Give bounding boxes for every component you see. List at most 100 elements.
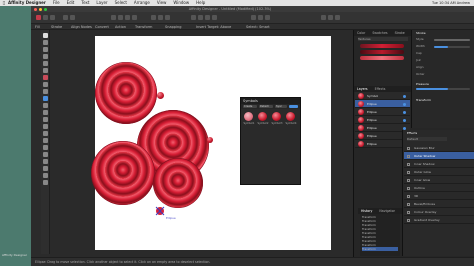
layer-row[interactable]: Ellipse: [355, 100, 410, 108]
effect-checkbox[interactable]: [407, 154, 410, 158]
effect-row[interactable]: Outer Shadow: [404, 152, 474, 160]
effect-checkbox[interactable]: [407, 170, 410, 174]
geometry-icon[interactable]: [212, 15, 217, 20]
layer-row[interactable]: Ellipse: [355, 116, 410, 124]
arrange-forward-icon[interactable]: [158, 15, 163, 20]
transparency-tool-icon[interactable]: [43, 82, 48, 87]
effect-checkbox[interactable]: [407, 194, 410, 198]
artistic-text-tool-icon[interactable]: [43, 117, 48, 122]
selection-handle-icon[interactable]: [155, 206, 165, 216]
symbol-thumbnail[interactable]: [272, 112, 281, 121]
node-tool-icon[interactable]: [43, 40, 48, 45]
effect-row[interactable]: Colour Overlay: [404, 208, 474, 216]
pixel-persona-icon[interactable]: [43, 15, 48, 20]
effect-checkbox[interactable]: [407, 218, 410, 222]
symbol-thumbnail[interactable]: [258, 112, 267, 121]
effect-row[interactable]: Inner Glow: [404, 176, 474, 184]
effect-checkbox[interactable]: [407, 178, 410, 182]
symbols-menu-icon[interactable]: [289, 105, 298, 108]
effect-row[interactable]: Inner Shadow: [404, 160, 474, 168]
effect-checkbox[interactable]: [407, 202, 410, 206]
zoom-window-button[interactable]: [44, 7, 47, 11]
transform-section[interactable]: Transform: [416, 98, 431, 102]
layer-visibility-icon[interactable]: [403, 118, 406, 122]
rectangle-tool-icon[interactable]: [43, 103, 48, 108]
align-icon[interactable]: [165, 15, 170, 20]
layer-visibility-icon[interactable]: [403, 94, 406, 98]
view-mode-icon[interactable]: [63, 15, 68, 20]
layer-visibility-icon[interactable]: [403, 110, 406, 114]
pen-icon[interactable]: [258, 15, 263, 20]
snapping-icon[interactable]: [111, 15, 116, 20]
effect-checkbox[interactable]: [407, 210, 410, 214]
effect-checkbox[interactable]: [407, 186, 410, 190]
layer-visibility-icon[interactable]: [403, 102, 406, 106]
tab-navigator[interactable]: Navigator: [379, 209, 395, 213]
ellipse-small-shape[interactable]: [157, 92, 164, 99]
minimize-window-button[interactable]: [39, 7, 42, 11]
artboard-tool-icon[interactable]: [43, 159, 48, 164]
triangle-tool-icon[interactable]: [43, 173, 48, 178]
color-picker-tool-icon[interactable]: [43, 152, 48, 157]
layer-row[interactable]: Ellipse: [355, 108, 410, 116]
fill-tool-icon[interactable]: [43, 75, 48, 80]
corner-tool-icon[interactable]: [43, 47, 48, 52]
symbol-thumbnail[interactable]: [244, 112, 253, 121]
effects-preset-select[interactable]: Default: [407, 137, 447, 141]
assistant-icon[interactable]: [335, 15, 340, 20]
slice-tool-icon[interactable]: [43, 166, 48, 171]
effect-checkbox[interactable]: [407, 146, 410, 150]
ellipse-shape[interactable]: [153, 158, 203, 208]
flip-horizontal-icon[interactable]: [191, 15, 196, 20]
effect-row[interactable]: Outline: [404, 184, 474, 192]
close-window-button[interactable]: [34, 7, 37, 11]
mask-icon[interactable]: [251, 15, 256, 20]
symbol-thumbnail[interactable]: [286, 112, 295, 121]
tab-history[interactable]: History: [361, 209, 372, 213]
flip-vertical-icon[interactable]: [198, 15, 203, 20]
text-icon[interactable]: [265, 15, 270, 20]
symbols-create-button[interactable]: Create: [243, 105, 257, 108]
tab-swatches[interactable]: Swatches: [372, 31, 387, 35]
grid-icon[interactable]: [328, 15, 333, 20]
frame-text-tool-icon[interactable]: [43, 124, 48, 129]
star-tool-icon[interactable]: [43, 180, 48, 185]
brush-tool-icon[interactable]: [43, 68, 48, 73]
brush-category-select[interactable]: Textures: [358, 37, 408, 41]
pencil-tool-icon[interactable]: [43, 61, 48, 66]
brush-stroke-preview[interactable]: [360, 56, 404, 60]
designer-persona-icon[interactable]: [36, 15, 41, 20]
ellipse-tool-icon[interactable]: [43, 110, 48, 115]
ellipse-shape[interactable]: [91, 141, 155, 205]
move-tool-icon[interactable]: [43, 33, 48, 38]
view-tool-icon[interactable]: [43, 145, 48, 150]
rotate-icon[interactable]: [205, 15, 210, 20]
ctx-fill[interactable]: Fill: [35, 24, 40, 30]
tab-stroke[interactable]: Stroke: [395, 31, 405, 35]
effect-row[interactable]: Bevel/Emboss: [404, 200, 474, 208]
bool-add-icon[interactable]: [118, 15, 123, 20]
effect-row[interactable]: Gaussian Blur: [404, 144, 474, 152]
shape-tool-icon[interactable]: [43, 96, 48, 101]
pressure-curve-control[interactable]: [416, 88, 470, 90]
ellipse-small-shape[interactable]: [207, 137, 213, 143]
ellipse-shape[interactable]: [95, 62, 157, 124]
arrange-back-icon[interactable]: [151, 15, 156, 20]
history-row-current[interactable]: Transform: [362, 247, 398, 251]
stroke-style-control[interactable]: [434, 39, 470, 41]
constraints-icon[interactable]: [321, 15, 326, 20]
pen-tool-icon[interactable]: [43, 54, 48, 59]
effect-checkbox[interactable]: [407, 162, 410, 166]
bool-subtract-icon[interactable]: [125, 15, 130, 20]
tab-effects[interactable]: Effects: [375, 87, 386, 91]
apple-menu-icon[interactable]: : [0, 0, 8, 6]
symbols-sync-button[interactable]: Sync: [275, 105, 287, 108]
vector-crop-tool-icon[interactable]: [43, 131, 48, 136]
export-persona-icon[interactable]: [50, 15, 55, 20]
brush-stroke-preview[interactable]: [360, 50, 404, 54]
pressure-section[interactable]: Pressure: [416, 82, 429, 86]
layer-row[interactable]: Symbol: [355, 92, 410, 100]
zoom-icon[interactable]: [70, 15, 75, 20]
symbols-detach-button[interactable]: Detach: [259, 105, 273, 108]
effect-row[interactable]: Gradient Overlay: [404, 216, 474, 224]
